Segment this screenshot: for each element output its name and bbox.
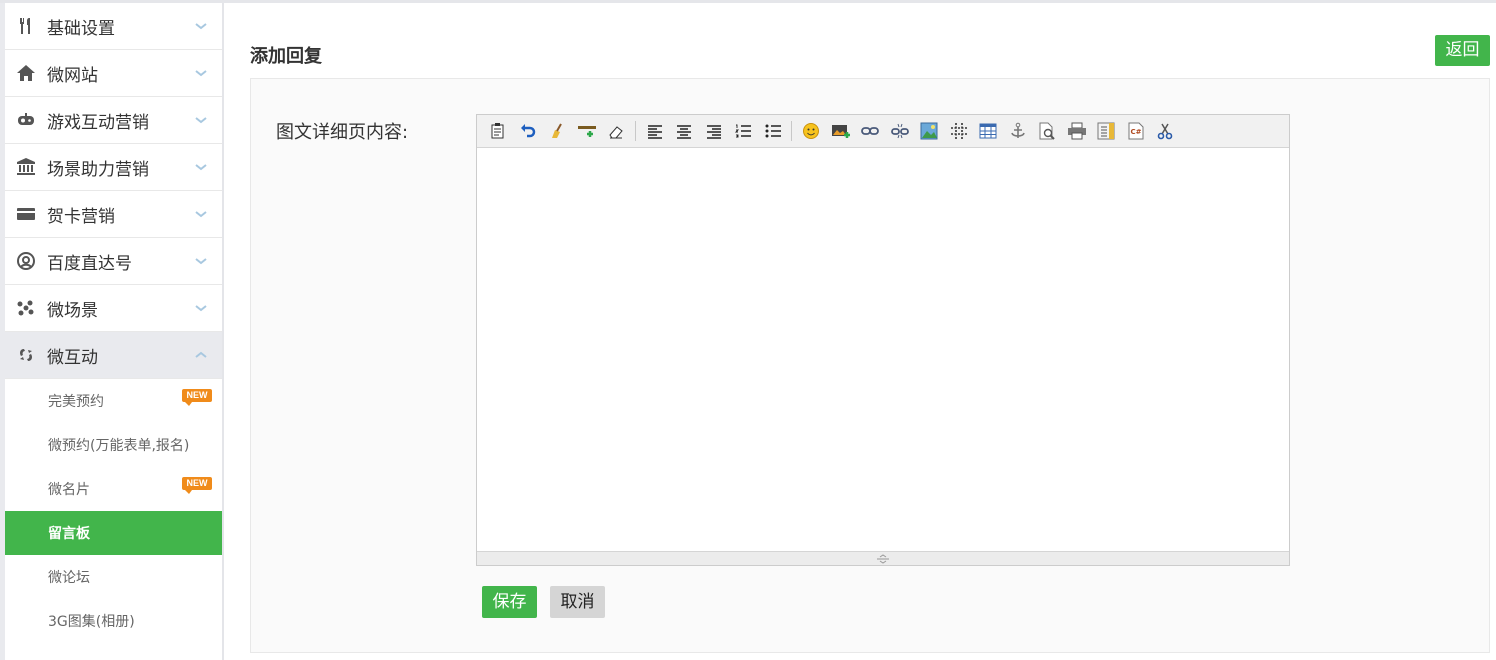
sidebar-item-label: 场景助力营销: [47, 159, 149, 180]
image-icon[interactable]: [918, 120, 940, 142]
grid-icon[interactable]: [948, 120, 970, 142]
sub-item-label: 微预约(万能表单,报名): [48, 438, 190, 454]
sub-item-label: 微论坛: [48, 570, 90, 586]
new-badge: NEW: [182, 389, 212, 406]
sidebar-item-micro-scene[interactable]: 微场景: [5, 285, 222, 332]
chevron-down-icon: [195, 211, 207, 218]
sidebar: 基础设置 微网站 游戏互动营销 场景助力营销 贺卡营销 百度直达号 微场景 微互…: [0, 3, 224, 660]
align-left-icon[interactable]: [644, 120, 666, 142]
gamepad-icon: [15, 109, 37, 131]
page-title: 添加回复: [250, 46, 322, 67]
new-badge: NEW: [182, 477, 212, 494]
toolbar-separator: [791, 121, 792, 141]
align-center-icon[interactable]: [673, 120, 695, 142]
link-icon[interactable]: [859, 120, 881, 142]
sidebar-item-micro-site[interactable]: 微网站: [5, 50, 222, 97]
sub-item-message-board[interactable]: 留言板: [5, 511, 222, 555]
sidebar-item-basic-settings[interactable]: 基础设置: [5, 3, 222, 50]
sub-item-perfect-booking[interactable]: 完美预约 NEW: [5, 379, 222, 423]
editor-resize-handle[interactable]: [477, 551, 1289, 565]
tools-icon: [15, 15, 37, 37]
sub-item-label: 微名片: [48, 482, 90, 498]
chevron-up-icon: [195, 351, 207, 358]
insert-line-icon[interactable]: [576, 120, 598, 142]
toolbar-separator: [634, 121, 636, 141]
paste-icon[interactable]: [487, 120, 509, 142]
ordered-list-icon[interactable]: [732, 120, 754, 142]
table-icon[interactable]: [977, 120, 999, 142]
bank-icon: [15, 156, 37, 178]
print-icon[interactable]: [1066, 120, 1088, 142]
cut-icon[interactable]: [1154, 120, 1176, 142]
content-field-label: 图文详细页内容:: [276, 122, 409, 143]
save-button[interactable]: 保存: [482, 586, 537, 618]
align-right-icon[interactable]: [703, 120, 725, 142]
sub-item-3g-gallery[interactable]: 3G图集(相册): [5, 599, 222, 643]
sidebar-item-label: 游戏互动营销: [47, 112, 149, 133]
baidu-icon: [15, 250, 37, 272]
insert-image-icon[interactable]: [830, 120, 852, 142]
sub-item-label: 3G图集(相册): [48, 614, 135, 630]
chevron-down-icon: [195, 258, 207, 265]
link-swirl-icon: [15, 344, 37, 366]
editor-content-area[interactable]: [477, 148, 1289, 552]
sub-item-micro-card[interactable]: 微名片 NEW: [5, 467, 222, 511]
sidebar-item-label: 贺卡营销: [47, 206, 115, 227]
sidebar-item-label: 微网站: [47, 65, 98, 86]
svg-text:C#: C#: [1130, 128, 1141, 136]
sidebar-item-label: 微场景: [47, 300, 98, 321]
molecule-icon: [15, 297, 37, 319]
sub-item-label: 完美预约: [48, 394, 104, 410]
editor-toolbar: C#: [477, 115, 1289, 148]
emoji-icon[interactable]: [800, 120, 822, 142]
card-icon: [15, 203, 37, 225]
resize-grip-icon: [877, 553, 889, 564]
rich-text-editor: C#: [476, 114, 1290, 566]
sub-item-micro-forum[interactable]: 微论坛: [5, 555, 222, 599]
home-icon: [15, 62, 37, 84]
sidebar-item-card-marketing[interactable]: 贺卡营销: [5, 191, 222, 238]
unlink-icon[interactable]: [889, 120, 911, 142]
sub-item-micro-booking[interactable]: 微预约(万能表单,报名): [5, 423, 222, 467]
sidebar-item-baidu-direct[interactable]: 百度直达号: [5, 238, 222, 285]
sidebar-item-label: 微互动: [47, 347, 98, 368]
cancel-button[interactable]: 取消: [550, 586, 605, 618]
unordered-list-icon[interactable]: [762, 120, 784, 142]
chevron-down-icon: [195, 164, 207, 171]
anchor-icon[interactable]: [1007, 120, 1029, 142]
chevron-down-icon: [195, 70, 207, 77]
chevron-down-icon: [195, 23, 207, 30]
code-csharp-icon[interactable]: C#: [1125, 120, 1147, 142]
preview-icon[interactable]: [1036, 120, 1058, 142]
source-icon[interactable]: [1095, 120, 1117, 142]
back-button[interactable]: 返回: [1435, 35, 1490, 66]
sidebar-item-game-marketing[interactable]: 游戏互动营销: [5, 97, 222, 144]
sidebar-item-label: 基础设置: [47, 18, 115, 39]
undo-icon[interactable]: [517, 120, 539, 142]
chevron-down-icon: [195, 117, 207, 124]
chevron-down-icon: [195, 305, 207, 312]
sub-item-label: 留言板: [48, 526, 90, 542]
sidebar-item-label: 百度直达号: [47, 253, 132, 274]
sidebar-item-micro-interaction[interactable]: 微互动: [5, 332, 222, 379]
sidebar-item-scene-marketing[interactable]: 场景助力营销: [5, 144, 222, 191]
top-border: [0, 0, 1496, 3]
clean-icon[interactable]: [546, 120, 568, 142]
eraser-icon[interactable]: [605, 120, 627, 142]
